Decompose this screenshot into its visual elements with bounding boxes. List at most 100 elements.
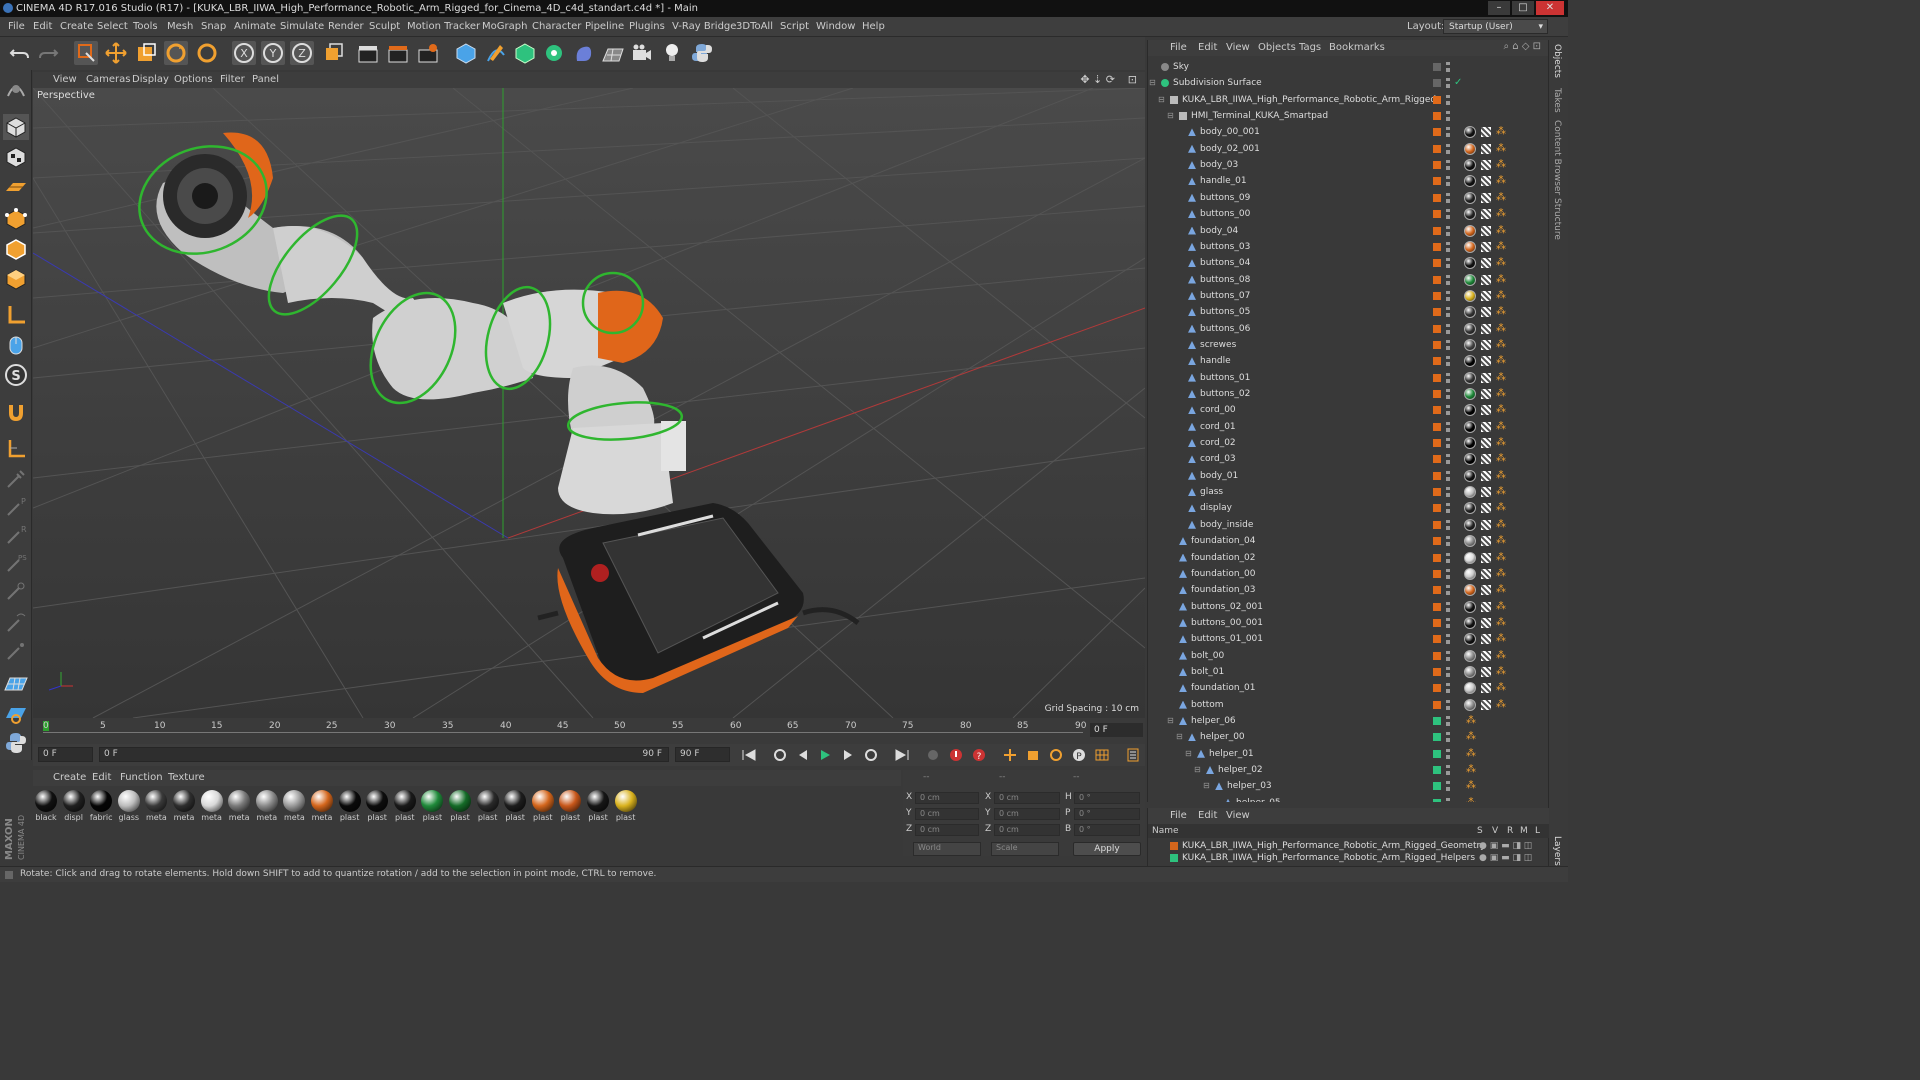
uvw-tag-icon[interactable] [1481, 454, 1491, 465]
texture-mode-button[interactable] [3, 144, 29, 170]
layer-color-chip[interactable] [1433, 749, 1441, 758]
visibility-dots-icon[interactable] [1446, 601, 1450, 612]
object-row[interactable]: foundation_02 ⁂ [1148, 550, 1544, 566]
layer-color-swatch[interactable] [1170, 854, 1178, 862]
material-tag-icon[interactable] [1464, 518, 1476, 531]
visibility-dots-icon[interactable] [1446, 650, 1450, 661]
material-tag-icon[interactable] [1464, 142, 1476, 155]
phong-tag-icon[interactable]: ⁂ [1496, 552, 1506, 563]
material-tag-icon[interactable] [1464, 191, 1476, 204]
points-mode-button[interactable] [3, 206, 29, 232]
object-row[interactable]: buttons_00_001 ⁂ [1148, 615, 1544, 631]
layer-color-chip[interactable] [1433, 520, 1441, 529]
object-row[interactable]: cord_03 ⁂ [1148, 451, 1544, 467]
uvw-tag-icon[interactable] [1481, 127, 1491, 138]
material-menu-edit[interactable]: Edit [92, 772, 111, 783]
visibility-dots-icon[interactable] [1446, 127, 1450, 138]
object-row[interactable]: body_00_001 ⁂ [1148, 124, 1544, 140]
visibility-dots-icon[interactable] [1446, 536, 1450, 547]
material-tag-icon[interactable] [1464, 682, 1476, 695]
uvw-tag-icon[interactable] [1481, 160, 1491, 171]
material-tag-icon[interactable] [1464, 371, 1476, 384]
visibility-dots-icon[interactable] [1446, 634, 1450, 645]
rotation-b-field[interactable]: 0 ° [1074, 824, 1140, 836]
visibility-dots-icon[interactable] [1446, 339, 1450, 350]
redo-button[interactable] [36, 41, 60, 65]
timeline-window-button[interactable] [1123, 746, 1143, 764]
go-to-end-button[interactable] [892, 746, 912, 764]
object-row[interactable]: buttons_01_001 ⁂ [1148, 631, 1544, 647]
menu-render[interactable]: Render [328, 21, 364, 32]
uvw-tag-icon[interactable] [1481, 258, 1491, 269]
next-key-button[interactable] [861, 746, 881, 764]
material-tag-icon[interactable] [1464, 453, 1476, 466]
visibility-dots-icon[interactable] [1446, 225, 1450, 236]
phong-tag-icon[interactable]: ⁂ [1496, 127, 1506, 137]
brush-tool-button[interactable] [3, 466, 29, 492]
tab-objects[interactable]: Objects [1552, 44, 1562, 78]
layer-color-chip[interactable] [1433, 700, 1441, 709]
material-tag-icon[interactable] [1464, 600, 1476, 613]
material-swatch[interactable]: glass [116, 789, 142, 825]
phong-tag-icon[interactable]: ⁂ [1496, 405, 1506, 415]
uvw-tag-icon[interactable] [1481, 666, 1491, 677]
phong-tag-icon[interactable]: ⁂ [1496, 241, 1506, 252]
layer-color-chip[interactable] [1433, 112, 1441, 121]
visibility-dots-icon[interactable] [1446, 356, 1450, 367]
render-settings-button[interactable] [416, 41, 440, 65]
phong-tag-icon[interactable]: ⁂ [1496, 274, 1506, 285]
floor-grid-button[interactable] [3, 670, 29, 696]
uvw-tag-icon[interactable] [1481, 585, 1491, 596]
uvw-tag-icon[interactable] [1481, 192, 1491, 203]
go-to-start-button[interactable] [739, 746, 759, 764]
position-x-field[interactable]: 0 cm [915, 792, 979, 804]
material-swatch[interactable]: meta [199, 789, 225, 825]
phong-tag-icon[interactable]: ⁂ [1496, 568, 1506, 579]
object-row[interactable]: ⊟ Subdivision Surface ✓ [1148, 75, 1544, 91]
phong-tag-icon[interactable]: ⁂ [1496, 290, 1506, 301]
phong-tag-icon[interactable]: ⁂ [1496, 339, 1506, 350]
layer-menu-file[interactable]: File [1170, 810, 1187, 821]
material-tag-icon[interactable] [1464, 469, 1476, 482]
phong-tag-icon[interactable]: ⁂ [1496, 372, 1506, 383]
menu-3dtoall[interactable]: 3DToAll [736, 21, 773, 32]
uvw-tag-icon[interactable] [1481, 323, 1491, 334]
material-tag-icon[interactable] [1464, 257, 1476, 270]
material-swatch[interactable]: fabric [88, 789, 114, 825]
visibility-dots-icon[interactable] [1446, 160, 1450, 171]
locked-workplane-button[interactable] [3, 436, 29, 462]
layer-color-chip[interactable] [1433, 471, 1441, 480]
key-pla-button[interactable] [1092, 746, 1112, 764]
viewport-menu-view[interactable]: View [53, 74, 77, 85]
material-tag-icon[interactable] [1464, 273, 1476, 286]
viewport-menu-filter[interactable]: Filter [220, 74, 245, 85]
menu-character[interactable]: Character [532, 21, 581, 32]
object-row[interactable]: body_inside ⁂ [1148, 517, 1544, 533]
phong-tag-icon[interactable]: ⁂ [1496, 650, 1506, 661]
layer-color-chip[interactable] [1433, 291, 1441, 300]
material-tag-icon[interactable] [1464, 355, 1476, 368]
autokey-button[interactable] [946, 746, 966, 764]
light-button[interactable] [660, 41, 684, 65]
object-row[interactable]: body_01 ⁂ [1148, 468, 1544, 484]
object-row[interactable]: handle_01 ⁂ [1148, 173, 1544, 189]
material-tag-icon[interactable] [1464, 551, 1476, 564]
layer-color-chip[interactable] [1433, 684, 1441, 693]
object-menu-bookmarks[interactable]: Bookmarks [1329, 42, 1385, 53]
expand-toggle-icon[interactable]: ⊟ [1203, 778, 1210, 794]
object-menu-objects[interactable]: Objects [1258, 42, 1296, 53]
material-tag-icon[interactable] [1464, 306, 1476, 319]
object-row[interactable]: body_02_001 ⁂ [1148, 141, 1544, 157]
visibility-dots-icon[interactable] [1446, 389, 1450, 399]
key-position-button[interactable] [1000, 746, 1020, 764]
material-tag-icon[interactable] [1464, 698, 1476, 711]
material-swatch[interactable]: plast [419, 789, 445, 825]
key-parameter-button[interactable]: P [1069, 746, 1089, 764]
menu-mesh[interactable]: Mesh [167, 21, 193, 32]
cube-button[interactable] [454, 41, 478, 65]
uvw-tag-icon[interactable] [1481, 405, 1491, 416]
visibility-dots-icon[interactable] [1446, 241, 1450, 252]
coordinate-system-button[interactable] [321, 41, 345, 65]
visibility-dots-icon[interactable] [1446, 552, 1450, 563]
layer-color-chip[interactable] [1433, 128, 1441, 137]
